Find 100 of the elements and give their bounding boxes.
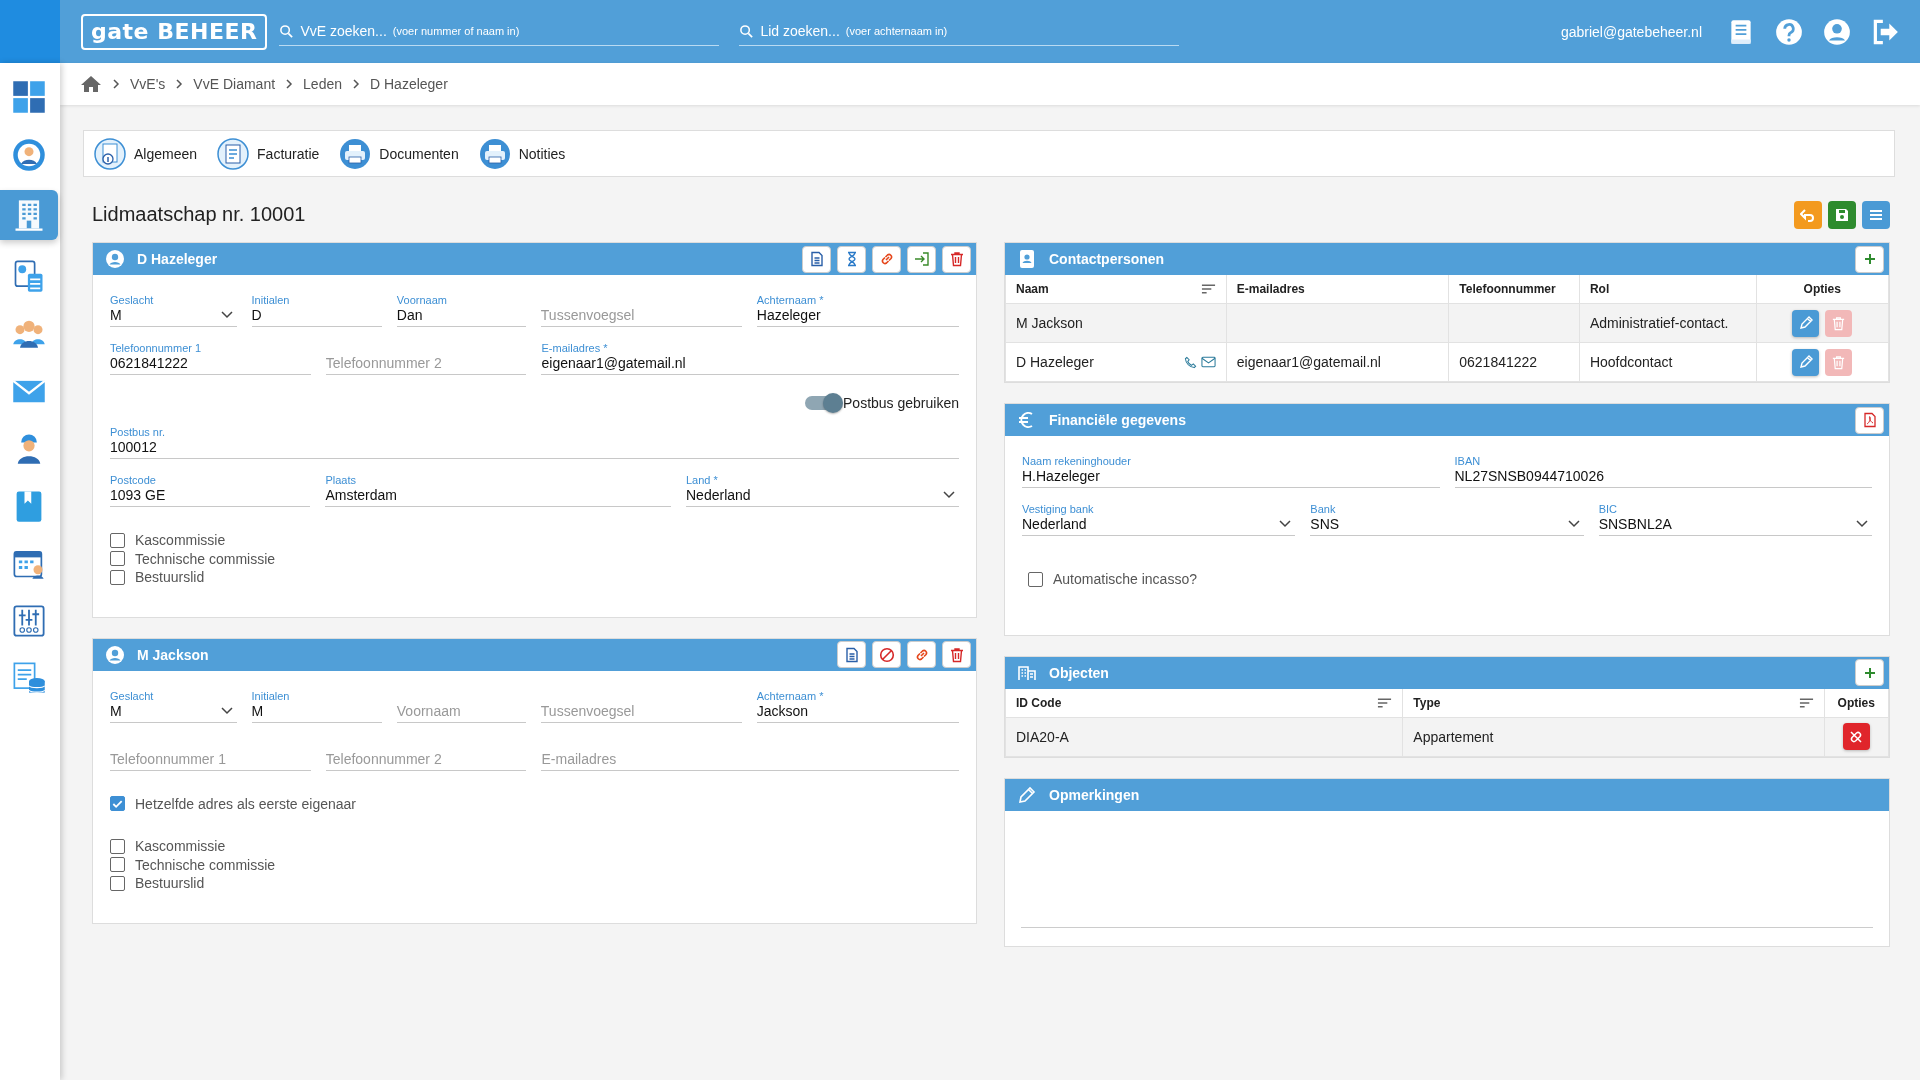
text-field[interactable]: IBAN NL27SNSB0944710026: [1454, 452, 1872, 488]
breadcrumb-link[interactable]: D Hazeleger: [370, 76, 448, 92]
user-icon[interactable]: [1822, 16, 1852, 47]
column-header[interactable]: Telefoonnummer: [1448, 275, 1580, 304]
card-title: Opmerkingen: [1049, 786, 1140, 803]
checkbox-label: Bestuurslid: [135, 569, 205, 586]
block-button[interactable]: [872, 641, 901, 668]
tab[interactable]: Notities: [478, 137, 566, 170]
card-title: M Jackson: [137, 646, 209, 663]
printer-icon: [339, 137, 372, 170]
checkbox[interactable]: [110, 838, 125, 854]
printer-icon: [478, 137, 511, 170]
text-field[interactable]: Initialen M: [251, 686, 382, 723]
checkbox[interactable]: [110, 875, 125, 891]
breadcrumb-link[interactable]: VvE Diamant: [193, 76, 276, 92]
document-icon: [808, 251, 825, 267]
text-field[interactable]: E-mailadres * eigenaar1@gatemail.nl: [541, 339, 959, 375]
trash-icon: [1831, 315, 1847, 331]
edit-button[interactable]: [1792, 348, 1820, 376]
pdf-button[interactable]: [1855, 406, 1884, 434]
chevron-icon: [220, 706, 233, 715]
toggle-switch[interactable]: [805, 396, 842, 410]
home-icon[interactable]: [80, 75, 102, 93]
column-header[interactable]: Opties: [1824, 688, 1889, 717]
checkbox-label: Technische commissie: [135, 856, 276, 873]
help-icon[interactable]: [1774, 16, 1804, 47]
text-field[interactable]: Postcode 1093 GE: [110, 471, 311, 507]
document-button[interactable]: [802, 245, 831, 273]
phone-icon[interactable]: [1183, 355, 1197, 369]
search-icon: [279, 23, 295, 39]
sort-icon[interactable]: [1200, 283, 1216, 295]
sort-icon[interactable]: [1377, 696, 1393, 709]
unlink-button[interactable]: [1842, 723, 1870, 750]
tab[interactable]: Algemeen: [94, 137, 198, 170]
checkbox[interactable]: [1028, 571, 1043, 587]
grid-icon: [11, 79, 47, 115]
column-header[interactable]: ID Code: [1005, 688, 1403, 717]
table-cell: D Hazeleger: [1005, 342, 1227, 382]
checkbox[interactable]: [110, 532, 125, 548]
menu-button[interactable]: [1862, 200, 1890, 229]
checkbox[interactable]: [110, 551, 125, 567]
checkbox[interactable]: [110, 857, 125, 873]
invoice-icon: [217, 137, 250, 170]
trash-button[interactable]: [942, 641, 971, 668]
select-field[interactable]: Bank SNS: [1310, 500, 1584, 536]
card-title: Contactpersonen: [1049, 251, 1165, 267]
edit-button[interactable]: [1792, 309, 1820, 337]
select-field[interactable]: Land * Nederland: [686, 471, 959, 507]
checkbox[interactable]: [110, 796, 125, 812]
checkbox-label: Kascommissie: [135, 838, 226, 855]
select-field[interactable]: Geslacht M: [110, 291, 237, 327]
trash-button[interactable]: [942, 245, 971, 273]
tab[interactable]: Documenten: [339, 137, 459, 170]
text-field[interactable]: Telefoonnummer 1 0621841222: [110, 339, 311, 375]
breadcrumb-link[interactable]: Leden: [303, 76, 342, 92]
chevron-icon: [1856, 520, 1868, 528]
table-cell: Appartement: [1402, 717, 1825, 756]
table-cell: 0621841222: [1448, 342, 1580, 382]
chevron-icon: [352, 78, 360, 90]
info-icon: [94, 137, 126, 170]
select-field[interactable]: BIC SNSBNL2A: [1598, 500, 1872, 536]
pdf-icon: [1861, 412, 1878, 428]
checkbox-label: Kascommissie: [135, 532, 226, 549]
column-header[interactable]: Type: [1402, 688, 1825, 717]
text-field[interactable]: Initialen D: [251, 291, 382, 327]
undo-button[interactable]: [1794, 200, 1822, 229]
text-field[interactable]: Achternaam * Jackson: [756, 686, 959, 723]
column-header[interactable]: E-mailadres: [1226, 275, 1449, 304]
column-header[interactable]: Naam: [1005, 275, 1227, 304]
sidebar-header: [0, 0, 60, 63]
trash-icon: [948, 646, 965, 663]
document-button[interactable]: [837, 641, 866, 668]
checkbox[interactable]: [110, 569, 125, 585]
text-field[interactable]: Voornaam Dan: [396, 291, 526, 327]
link-button[interactable]: [872, 245, 901, 273]
select-field[interactable]: Geslacht M: [110, 686, 237, 723]
login-button[interactable]: [907, 245, 936, 273]
tab[interactable]: Facturatie: [217, 137, 320, 170]
login-icon: [913, 251, 930, 267]
add-button[interactable]: [1855, 245, 1884, 273]
add-button[interactable]: [1855, 659, 1884, 686]
block-icon: [878, 646, 895, 663]
trash-icon: [948, 251, 965, 267]
text-field[interactable]: Plaats Amsterdam: [325, 471, 671, 507]
link-button[interactable]: [907, 641, 936, 668]
search-icon: [739, 23, 755, 39]
toggle-label: Postbus gebruiken: [843, 395, 959, 411]
save-button[interactable]: [1828, 200, 1856, 229]
text-field[interactable]: Postbus nr. 100012: [110, 423, 959, 459]
text-field[interactable]: Achternaam * Hazeleger: [756, 291, 959, 327]
text-field[interactable]: Naam rekeninghouder H.Hazeleger: [1022, 452, 1440, 488]
sort-icon[interactable]: [1798, 696, 1814, 709]
column-header[interactable]: Opties: [1756, 275, 1889, 304]
sidebar-item[interactable]: [0, 190, 58, 240]
hourglass-button[interactable]: [837, 245, 866, 273]
select-field[interactable]: Vestiging bank Nederland: [1022, 500, 1296, 536]
breadcrumb-link[interactable]: VvE's: [130, 76, 166, 92]
column-header[interactable]: Rol: [1579, 275, 1757, 304]
checkbox-label: Technische commissie: [135, 550, 276, 567]
mail-icon[interactable]: [1200, 356, 1216, 368]
